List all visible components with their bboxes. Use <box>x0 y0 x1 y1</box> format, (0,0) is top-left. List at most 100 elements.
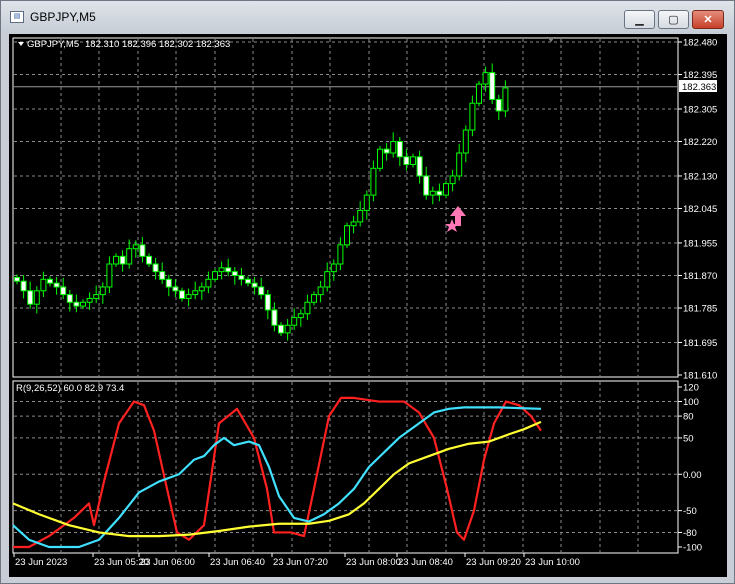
chart-window-icon: ▤ <box>10 11 24 23</box>
candle-body <box>86 297 93 303</box>
title-bar[interactable]: ▤ GBPJPY,M5 ▁ ▢ ✕ <box>1 1 734 33</box>
maximize-button[interactable]: ▢ <box>658 10 689 29</box>
time-axis-label: 23 Jun 06:00 <box>140 557 195 568</box>
candle-body <box>476 83 482 104</box>
chart-shift-marker[interactable] <box>547 37 555 42</box>
time-axis-label: 23 Jun 07:20 <box>273 557 328 568</box>
candle-body <box>20 280 27 292</box>
indicator-axis-label: -50 <box>683 506 697 517</box>
indicator-axis-label: -100 <box>683 543 702 554</box>
candle-body <box>482 72 489 85</box>
candle-body <box>66 294 73 303</box>
candle-body <box>33 290 40 305</box>
candle-body <box>212 271 218 280</box>
minimize-button[interactable]: ▁ <box>624 10 655 29</box>
price-axis-label: 181.870 <box>683 271 717 282</box>
candle-body <box>449 175 456 185</box>
price-axis-label: 182.130 <box>683 171 717 182</box>
candle-body <box>456 152 463 177</box>
candle-body <box>390 141 397 154</box>
close-icon: ✕ <box>703 14 713 26</box>
candle-body <box>27 290 34 305</box>
candle-body <box>231 271 238 276</box>
indicator-axis-label: -80 <box>683 528 697 539</box>
time-axis-label: 23 Jun 09:20 <box>466 557 521 568</box>
price-axis-label: 181.955 <box>683 238 717 249</box>
time-axis-label: 23 Jun 2023 <box>15 557 67 568</box>
candle-body <box>443 183 449 196</box>
candles <box>14 63 509 341</box>
price-axis-label: 182.395 <box>683 70 717 81</box>
candle-body <box>297 313 304 319</box>
axes: 182.480 182.395 182.305 182.220 182.130 182.0… <box>13 38 717 568</box>
candle-body <box>410 156 416 165</box>
candle-body <box>73 301 80 307</box>
chevron-down-icon[interactable] <box>18 42 24 46</box>
price-axis-label: 182.305 <box>683 104 717 115</box>
candle-body <box>126 248 133 265</box>
candle-body <box>80 301 86 307</box>
candle-body <box>192 290 199 296</box>
candle-body <box>317 286 324 296</box>
indicator-axis-label: 80 <box>683 412 694 423</box>
candle-body <box>119 255 126 265</box>
price-pane-frame <box>12 37 679 378</box>
candle-body <box>423 175 430 196</box>
candle-body <box>469 102 476 131</box>
chart-window: ▤ GBPJPY,M5 ▁ ▢ ✕ 182.480 182.395 182.305 1… <box>0 0 735 584</box>
price-header-ohlc: 182.310 182.396 182.302 182.363 <box>85 39 230 50</box>
candle-body <box>218 267 225 273</box>
candle-body <box>344 225 350 246</box>
candle-body <box>47 278 53 284</box>
candle-body <box>40 278 47 292</box>
candle-body <box>311 294 317 303</box>
candle-body <box>489 72 496 100</box>
maximize-icon: ▢ <box>668 14 679 26</box>
candle-body <box>284 324 291 334</box>
candle-body <box>146 255 152 265</box>
candle-body <box>132 244 139 250</box>
cyan-line <box>12 406 542 549</box>
time-axis-label: 23 Jun 08:00 <box>346 557 401 568</box>
time-axis-label: 23 Jun 08:40 <box>398 557 453 568</box>
candle-body <box>198 286 205 292</box>
window-title: GBPJPY,M5 <box>30 10 96 24</box>
candle-body <box>264 294 271 311</box>
price-axis-label: 181.785 <box>683 304 717 315</box>
candle-body <box>377 148 383 169</box>
chart-svg[interactable]: 182.480 182.395 182.305 182.220 182.130 182.0… <box>9 34 727 577</box>
candle-body <box>205 278 212 288</box>
candle-body <box>251 282 258 288</box>
indicator-header: R(9,26,52) 60.0 82.9 73.4 <box>16 383 124 394</box>
price-axis-label: 182.220 <box>683 137 717 148</box>
candle-body <box>370 167 377 196</box>
price-axis-label: 182.045 <box>683 204 717 215</box>
signal-arrows <box>445 206 466 232</box>
candle-body <box>337 244 344 265</box>
candle-body <box>152 263 159 273</box>
indicator-axis-label: 0.00 <box>683 470 702 481</box>
minimize-icon: ▁ <box>635 14 644 26</box>
candle-body <box>60 286 67 296</box>
indicator-axis-label: 100 <box>683 397 699 408</box>
indicator-lines <box>12 396 542 549</box>
chart-area[interactable]: 182.480 182.395 182.305 182.220 182.130 182.0… <box>9 34 727 577</box>
candle-body <box>53 282 60 288</box>
indicator-pane-frame <box>12 380 679 554</box>
candle-body <box>330 263 337 273</box>
candle-body <box>495 98 502 112</box>
time-axis-label: 23 Jun 10:00 <box>525 557 580 568</box>
candle-body <box>304 301 311 315</box>
candle-body <box>429 190 436 196</box>
price-axis-label: 181.695 <box>683 338 717 349</box>
candle-body <box>403 156 410 165</box>
candle-body <box>291 317 298 326</box>
candle-body <box>271 309 278 326</box>
candle-body <box>159 271 166 280</box>
candle-body <box>258 286 265 296</box>
close-button[interactable]: ✕ <box>692 10 724 29</box>
price-axis-label: 181.610 <box>683 371 717 382</box>
candle-body <box>324 271 331 288</box>
indicator-axis-label: 120 <box>683 383 699 394</box>
candle-body <box>462 129 469 154</box>
